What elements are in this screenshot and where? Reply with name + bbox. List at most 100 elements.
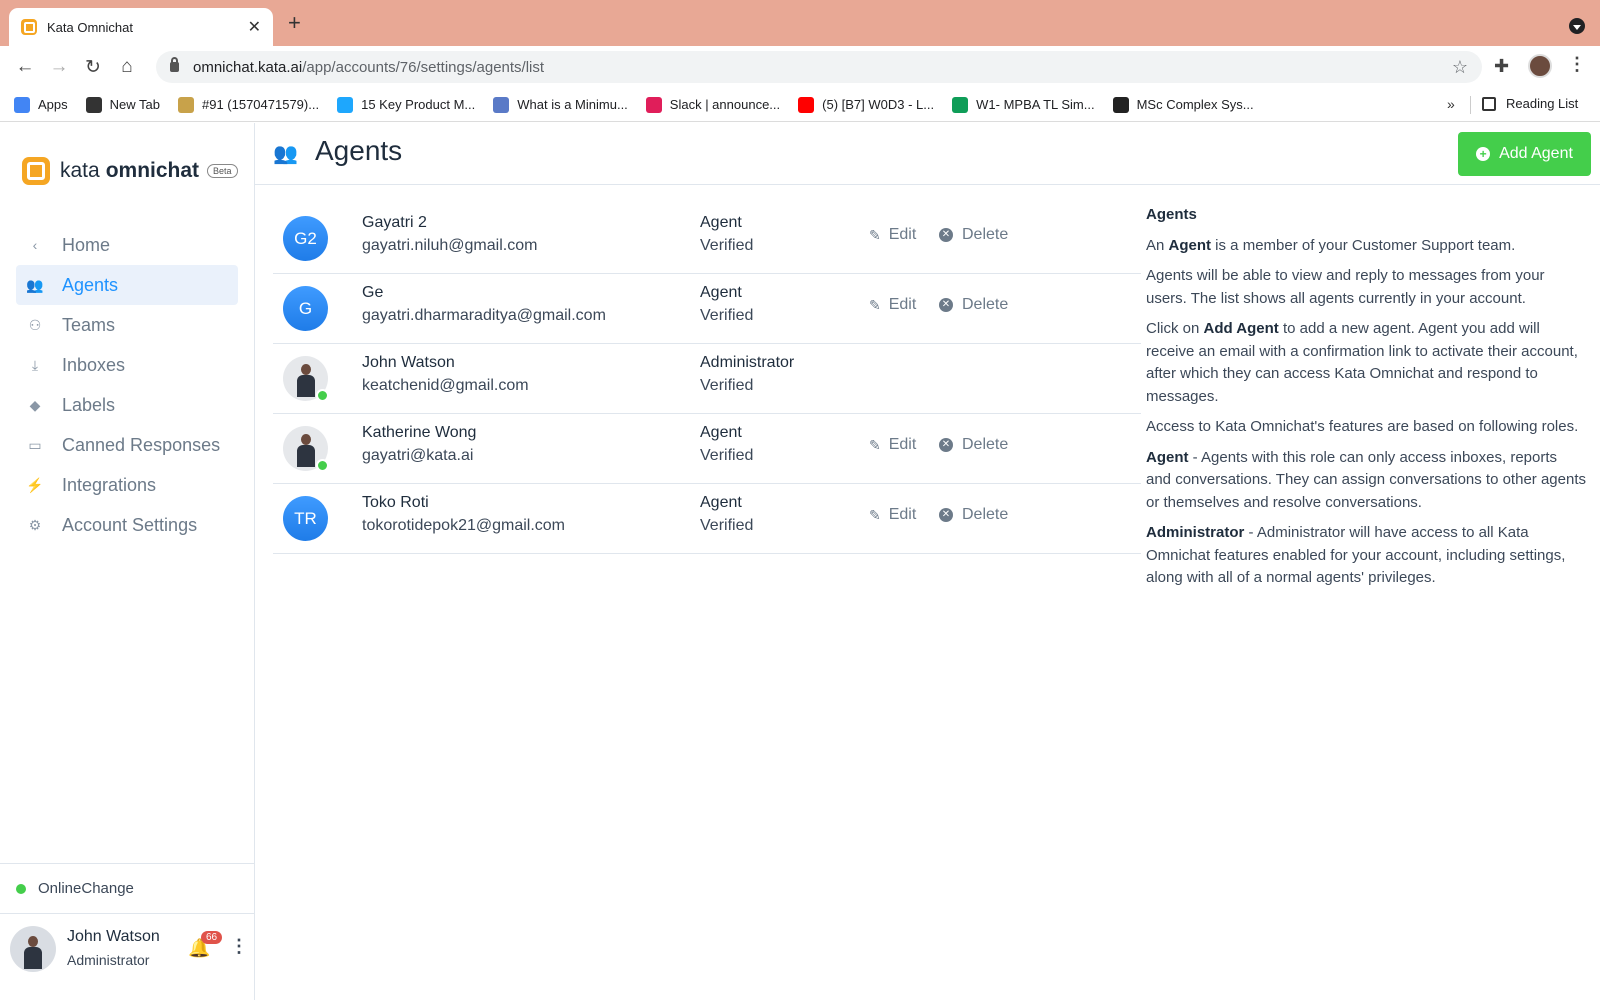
sidebar-item-label: Home <box>62 234 111 255</box>
edit-agent-button[interactable]: ✎ Edit <box>869 506 916 524</box>
chrome-menu-icon[interactable]: ⋮ <box>1568 54 1586 75</box>
delete-agent-button[interactable]: ✕ Delete <box>939 296 1008 314</box>
edit-agent-button[interactable]: ✎ Edit <box>869 226 916 244</box>
delete-label: Delete <box>962 226 1009 243</box>
pencil-icon: ✎ <box>869 296 881 313</box>
sidebar-item-teams[interactable]: ⚇ Teams <box>16 305 238 345</box>
delete-label: Delete <box>962 296 1009 313</box>
reading-list-button[interactable]: Reading List <box>1482 96 1578 111</box>
add-agent-label: Add Agent <box>1499 145 1573 162</box>
browser-toolbar: ← → ↻ ⌂ omnichat.kata.ai /app/accounts/7… <box>0 46 1600 88</box>
help-paragraph: Agent - Agents with this role can only a… <box>1146 448 1586 511</box>
sidebar-item-canned-responses[interactable]: ▭ Canned Responses <box>16 425 238 465</box>
add-agent-button[interactable]: + Add Agent <box>1458 132 1591 176</box>
sidebar-menu: ‹ Home 👥 Agents ⚇ Teams ⤓ Inboxes ◆ Labels ▭ Canned… <box>16 225 238 545</box>
tab-search-icon[interactable] <box>1569 18 1585 34</box>
tab-title: Kata Omnichat <box>47 19 133 35</box>
bookmark-item[interactable]: Apps <box>14 96 68 113</box>
sidebar-item-icon: ⚇ <box>28 316 42 333</box>
forward-icon[interactable]: → <box>42 50 76 84</box>
bookmark-item[interactable]: 15 Key Product M... <box>337 96 475 113</box>
bookmark-label: #91 (1570471579)... <box>201 97 320 112</box>
delete-agent-button[interactable]: ✕ Delete <box>939 506 1008 524</box>
edit-agent-button[interactable]: ✎ Edit <box>869 296 916 314</box>
table-row: John Watson keatchenid@gmail.com Administr… <box>273 344 1141 414</box>
browser-tabbar: Kata Omnichat ✕ + <box>0 0 1600 46</box>
sidebar-item-agents[interactable]: 👥 Agents <box>16 265 238 305</box>
browser-tab[interactable]: Kata Omnichat ✕ <box>9 8 273 46</box>
table-row: TR Toko Roti tokorotidepok21@gmail.com Agen… <box>273 484 1141 554</box>
sidebar-item-icon: 👥 <box>26 276 44 293</box>
sidebar-item-icon: ◆ <box>29 396 41 413</box>
address-bar[interactable]: omnichat.kata.ai /app/accounts/76/settin… <box>156 51 1482 83</box>
edit-label: Edit <box>888 436 917 453</box>
extensions-icon[interactable]: ✚ <box>1494 56 1509 77</box>
online-status-dot <box>316 459 329 472</box>
edit-agent-button[interactable]: ✎ Edit <box>869 436 916 454</box>
bookmark-item[interactable]: #91 (1570471579)... <box>177 96 320 113</box>
agent-verification-status: Verified <box>700 377 754 394</box>
agent-verification-status: Verified <box>700 517 754 534</box>
page-header: 👥 Agents + Add Agent <box>255 123 1600 185</box>
agent-verification-status: Verified <box>700 307 754 324</box>
agents-table: G2 Gayatri 2 gayatri.niluh@gmail.com Agent V… <box>273 204 1141 554</box>
current-user: John Watson Administrator 🔔 66 ⋮ <box>0 913 254 1000</box>
bookmark-item[interactable]: What is a Minimu... <box>493 96 628 113</box>
user-role: Administrator <box>67 952 150 968</box>
bookmark-favicon-icon <box>14 96 30 113</box>
agent-email: gayatri.dharmaraditya@gmail.com <box>362 307 606 324</box>
agent-email: gayatri.niluh@gmail.com <box>362 237 538 254</box>
new-tab-icon[interactable]: + <box>288 12 301 34</box>
sidebar-item-icon: ⚙ <box>28 516 42 533</box>
user-menu-icon[interactable]: ⋮ <box>230 936 248 957</box>
close-circle-icon: ✕ <box>939 508 953 522</box>
bookmark-favicon-icon <box>798 96 815 113</box>
agent-email: gayatri@kata.ai <box>362 447 474 464</box>
bookmark-label: (5) [B7] W0D3 - L... <box>822 97 935 112</box>
sidebar-item-labels[interactable]: ◆ Labels <box>16 385 238 425</box>
reading-list-icon <box>1482 96 1496 111</box>
bookmark-item[interactable]: MSc Complex Sys... <box>1112 96 1254 113</box>
brand-kata: kata <box>60 159 100 182</box>
bookmark-item[interactable]: W1- MPBA TL Sim... <box>952 96 1095 113</box>
agent-name: Katherine Wong <box>362 424 477 441</box>
delete-agent-button[interactable]: ✕ Delete <box>939 436 1008 454</box>
edit-label: Edit <box>888 506 917 523</box>
home-icon[interactable]: ⌂ <box>110 50 144 84</box>
close-tab-icon[interactable]: ✕ <box>248 17 261 37</box>
delete-agent-button[interactable]: ✕ Delete <box>939 226 1008 244</box>
agent-email: keatchenid@gmail.com <box>362 377 529 394</box>
bookmark-label: W1- MPBA TL Sim... <box>976 97 1095 112</box>
edit-label: Edit <box>888 226 917 243</box>
sidebar-item-label: Agents <box>62 274 119 295</box>
profile-avatar[interactable] <box>1528 54 1552 78</box>
close-circle-icon: ✕ <box>939 438 953 452</box>
bookmark-favicon-icon <box>177 96 194 113</box>
agent-role: Agent <box>700 284 742 301</box>
bookmark-favicon-icon <box>85 96 102 113</box>
pencil-icon: ✎ <box>869 436 881 453</box>
more-bookmarks-icon[interactable]: » <box>1447 96 1455 112</box>
avatar[interactable] <box>10 926 56 972</box>
bookmark-favicon-icon <box>337 96 354 113</box>
sidebar-item-account-settings[interactable]: ⚙ Account Settings <box>16 505 238 545</box>
sidebar-item-home[interactable]: ‹ Home <box>16 225 238 265</box>
change-status-link[interactable]: Change <box>81 880 134 897</box>
back-icon[interactable]: ← <box>8 50 42 84</box>
bookmark-item[interactable]: (5) [B7] W0D3 - L... <box>798 96 935 113</box>
bookmark-item[interactable]: Slack | announce... <box>645 96 780 113</box>
sidebar-item-inboxes[interactable]: ⤓ Inboxes <box>16 345 238 385</box>
avatar-initials: G2 <box>294 228 317 248</box>
help-paragraph: Administrator - Administrator will have … <box>1146 524 1566 586</box>
sidebar-item-icon: ⤓ <box>31 356 39 373</box>
bookmark-star-icon[interactable]: ☆ <box>1452 57 1468 78</box>
bookmark-item[interactable]: New Tab <box>85 96 160 113</box>
reload-icon[interactable]: ↻ <box>76 50 110 84</box>
sidebar-item-integrations[interactable]: ⚡ Integrations <box>16 465 238 505</box>
help-paragraph: Agents will be able to view and reply to… <box>1146 267 1545 307</box>
delete-label: Delete <box>962 436 1009 453</box>
table-row: G2 Gayatri 2 gayatri.niluh@gmail.com Agent V… <box>273 204 1141 274</box>
availability-status: Online Change <box>0 863 254 913</box>
online-status-dot <box>16 883 26 894</box>
brand-logo[interactable]: kata omnichat Beta <box>22 157 238 185</box>
